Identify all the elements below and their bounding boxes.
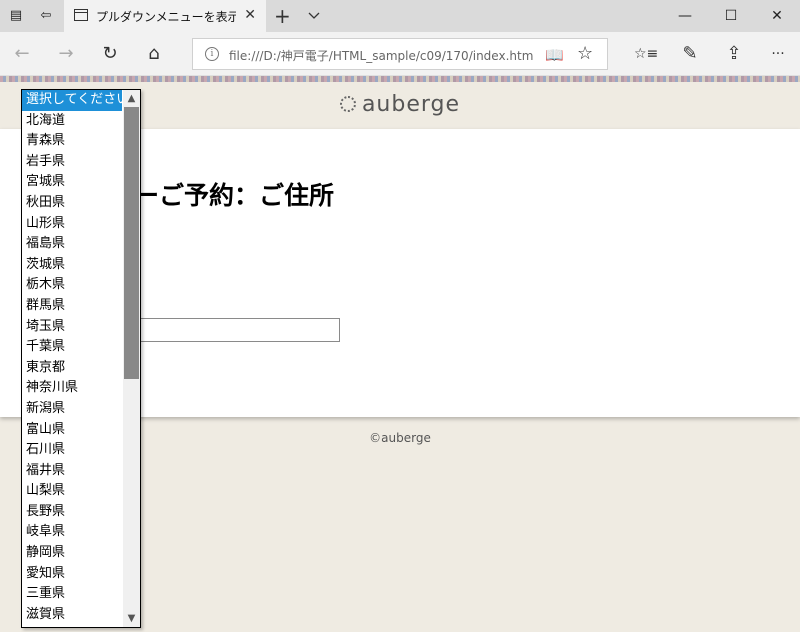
page-title: ーご予約：ご住所 — [134, 181, 335, 210]
dropdown-option[interactable]: 青森県 — [22, 131, 122, 152]
dropdown-options: 選択してください 北海道 青森県 岩手県 宮城県 秋田県 山形県 福島県 茨城県 栃木県 群馬県 埼玉… — [22, 90, 122, 625]
title-bar: ▤ ⇦ プルダウンメニューを表示した ✕ + — ☐ ✕ — [0, 0, 800, 32]
prefecture-dropdown[interactable]: 選択してください 北海道 青森県 岩手県 宮城県 秋田県 山形県 福島県 茨城県 栃木県 群馬県 埼玉… — [21, 89, 141, 628]
dropdown-option[interactable]: 秋田県 — [22, 193, 122, 214]
dropdown-option[interactable]: 石川県 — [22, 440, 122, 461]
dropdown-option[interactable]: 神奈川県 — [22, 378, 122, 399]
dropdown-option[interactable]: 三重県 — [22, 584, 122, 605]
dropdown-option[interactable]: 愛知県 — [22, 564, 122, 585]
scroll-up-icon[interactable]: ▲ — [123, 90, 140, 107]
dropdown-option[interactable]: 千葉県 — [22, 337, 122, 358]
dropdown-option[interactable]: 富山県 — [22, 420, 122, 441]
dropdown-option[interactable]: 山形県 — [22, 214, 122, 235]
favorites-hub-icon[interactable]: ☆≡ — [634, 42, 658, 66]
dropdown-option[interactable]: 岐阜県 — [22, 522, 122, 543]
dropdown-option[interactable]: 新潟県 — [22, 399, 122, 420]
scrollbar-thumb[interactable] — [124, 107, 139, 379]
dropdown-option[interactable]: 山梨県 — [22, 481, 122, 502]
refresh-button[interactable]: ↻ — [98, 42, 122, 66]
maximize-button[interactable]: ☐ — [708, 0, 754, 32]
home-button[interactable]: ⌂ — [142, 42, 166, 66]
dropdown-option[interactable]: 宮城県 — [22, 172, 122, 193]
tab-set-aside-icon[interactable]: ▤ — [8, 8, 24, 24]
forward-button[interactable]: → — [54, 42, 78, 66]
minimize-button[interactable]: — — [662, 0, 708, 32]
address-bar[interactable]: i file:///D:/神戸電子/HTML_sample/c09/170/in… — [192, 38, 608, 70]
tab-back-icon[interactable]: ⇦ — [38, 8, 54, 24]
address-input[interactable] — [120, 318, 340, 342]
tab-close-icon[interactable]: ✕ — [244, 7, 256, 23]
new-tab-button[interactable]: + — [274, 4, 291, 28]
browser-tab[interactable]: プルダウンメニューを表示した ✕ — [64, 0, 266, 32]
favorite-star-icon[interactable]: ☆ — [577, 43, 593, 64]
tab-title: プルダウンメニューを表示した — [96, 10, 236, 24]
dropdown-option[interactable]: 滋賀県 — [22, 605, 122, 626]
scroll-down-icon[interactable]: ▼ — [123, 610, 140, 627]
dropdown-option[interactable]: 長野県 — [22, 502, 122, 523]
tab-list-chevron-icon[interactable] — [306, 7, 322, 23]
dropdown-scrollbar[interactable]: ▲ ▼ — [123, 90, 140, 627]
logo-ring-icon — [339, 96, 356, 112]
dropdown-option[interactable]: 福島県 — [22, 234, 122, 255]
navigation-bar: ← → ↻ ⌂ i file:///D:/神戸電子/HTML_sample/c0… — [0, 32, 800, 76]
dropdown-option[interactable]: 茨城県 — [22, 255, 122, 276]
page-icon — [74, 9, 88, 21]
logo-text: auberge — [361, 92, 461, 117]
back-button[interactable]: ← — [10, 42, 34, 66]
dropdown-option[interactable]: 栃木県 — [22, 275, 122, 296]
more-icon[interactable]: ··· — [766, 42, 790, 66]
dropdown-option[interactable]: 静岡県 — [22, 543, 122, 564]
info-icon[interactable]: i — [205, 47, 219, 61]
dropdown-option[interactable]: 群馬県 — [22, 296, 122, 317]
close-window-button[interactable]: ✕ — [754, 0, 800, 32]
dropdown-option[interactable]: 福井県 — [22, 461, 122, 482]
share-icon[interactable]: ⇪ — [722, 42, 746, 66]
dropdown-option[interactable]: 埼玉県 — [22, 317, 122, 338]
dropdown-option[interactable]: 東京都 — [22, 358, 122, 379]
reading-view-icon[interactable]: 📖 — [545, 46, 564, 64]
address-url: file:///D:/神戸電子/HTML_sample/c09/170/inde… — [229, 49, 534, 63]
notes-pen-icon[interactable]: ✎ — [678, 42, 702, 66]
dropdown-option[interactable]: 北海道 — [22, 111, 122, 132]
dropdown-option[interactable]: 岩手県 — [22, 152, 122, 173]
dropdown-option-selected[interactable]: 選択してください — [22, 90, 122, 111]
